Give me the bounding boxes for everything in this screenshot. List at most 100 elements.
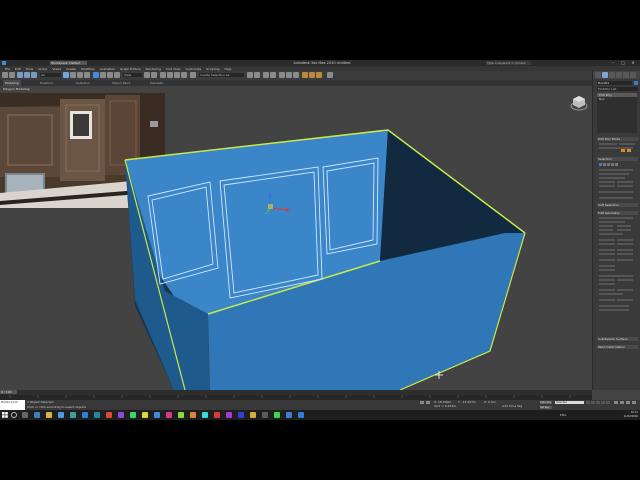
auto-key-button[interactable]: Auto Key <box>540 401 552 404</box>
unlink-icon[interactable] <box>24 72 30 78</box>
menu-tools[interactable]: Tools <box>26 67 33 71</box>
store-icon[interactable] <box>58 412 64 418</box>
app-icon-11[interactable] <box>214 412 220 418</box>
spinner-snap-icon[interactable] <box>181 72 187 78</box>
search-input[interactable]: Type a keyword or phrase <box>486 61 531 65</box>
angle-snap-icon[interactable] <box>167 72 173 78</box>
view-align-button[interactable] <box>599 279 615 281</box>
time-slider[interactable]: 0 / 100 <box>0 390 17 394</box>
z-coordinate[interactable]: Z: 0.0m <box>484 401 496 404</box>
box-model[interactable] <box>0 86 592 390</box>
menu-scripting[interactable]: Scripting <box>206 67 219 71</box>
perspective-viewport[interactable]: Polygon Modeling <box>0 86 592 390</box>
app-icon-3[interactable] <box>118 412 124 418</box>
workspace-dropdown[interactable]: Workspace: Default <box>50 61 87 65</box>
selection-lock-icon[interactable] <box>426 401 430 404</box>
constraint-face-radio[interactable] <box>599 229 613 231</box>
grow-button[interactable] <box>617 181 633 183</box>
pivot-center-icon[interactable] <box>144 72 150 78</box>
windows-start-icon[interactable] <box>2 412 8 418</box>
place-icon[interactable] <box>114 72 120 78</box>
select-by-name-icon[interactable] <box>70 72 76 78</box>
rollout-edit-poly-mode[interactable]: Edit Poly Mode <box>597 137 638 141</box>
window-crossing-icon[interactable] <box>84 72 90 78</box>
key-mode-dropdown[interactable]: Selected <box>555 401 584 404</box>
app-icon-18[interactable] <box>298 412 304 418</box>
system-tray[interactable]: ENG <box>560 413 566 417</box>
edge-mode-icon[interactable] <box>603 163 606 166</box>
menu-file[interactable]: File <box>5 67 10 71</box>
render-production-icon[interactable] <box>316 72 322 78</box>
delete-isolated-vertices-checkbox[interactable] <box>599 305 629 307</box>
slice-button[interactable] <box>599 253 615 255</box>
menu-create[interactable]: Create <box>66 67 76 71</box>
viewcube-icon[interactable] <box>570 94 588 112</box>
app-icon-15[interactable] <box>262 412 268 418</box>
collapse-button[interactable] <box>617 239 633 241</box>
ring-button[interactable] <box>599 185 615 187</box>
hide-unselected-button[interactable] <box>599 293 623 295</box>
motion-tab-icon[interactable] <box>616 72 622 78</box>
settings-button[interactable] <box>627 149 631 152</box>
app-icon-13[interactable] <box>238 412 244 418</box>
orbit-icon[interactable] <box>626 401 630 404</box>
preserve-uvs-checkbox[interactable] <box>599 233 623 235</box>
commit-button[interactable] <box>621 149 625 152</box>
app-icon-4[interactable] <box>130 412 136 418</box>
object-name-field[interactable]: Box001 <box>597 81 632 85</box>
set-key-button[interactable]: Set Key <box>540 406 552 409</box>
isolate-selection-icon[interactable] <box>420 401 424 404</box>
tessellate-button[interactable] <box>599 269 615 271</box>
vertex-mode-icon[interactable] <box>599 163 602 166</box>
cut-button[interactable] <box>617 259 633 261</box>
goto-start-icon[interactable] <box>586 401 590 404</box>
element-mode-icon[interactable] <box>615 163 618 166</box>
scene-explorer-icon[interactable] <box>270 72 276 78</box>
rotate-icon[interactable] <box>100 72 106 78</box>
menu-civil-view[interactable]: Civil View <box>166 67 180 71</box>
make-planar-button[interactable] <box>599 275 633 277</box>
mirror-icon[interactable] <box>247 72 253 78</box>
menu-help[interactable]: Help <box>225 67 232 71</box>
create-button[interactable] <box>599 239 615 241</box>
named-selection-input[interactable]: Create Selection Se <box>199 73 244 77</box>
curve-editor-icon[interactable] <box>279 72 285 78</box>
hide-selected-button[interactable] <box>599 289 615 291</box>
app-icon-1[interactable] <box>82 412 88 418</box>
mail-icon[interactable] <box>70 412 76 418</box>
menu-rendering[interactable]: Rendering <box>146 67 161 71</box>
attach-button[interactable] <box>599 243 615 245</box>
paste-button[interactable] <box>617 299 633 301</box>
constraint-normal-radio[interactable] <box>617 229 631 231</box>
layer-explorer-icon[interactable] <box>263 72 269 78</box>
detach-button[interactable] <box>617 243 633 245</box>
app-icon-10[interactable] <box>202 412 208 418</box>
selection-region-icon[interactable] <box>77 72 83 78</box>
link-icon[interactable] <box>17 72 23 78</box>
split-checkbox[interactable] <box>617 249 633 251</box>
clock[interactable]: 16:41 11/02/2020 <box>600 411 638 419</box>
maximize-viewport-icon[interactable] <box>632 401 636 404</box>
rollout-subdivision-surface[interactable]: Subdivision Surface <box>597 337 638 341</box>
file-explorer-icon[interactable] <box>46 412 52 418</box>
align-icon[interactable] <box>254 72 260 78</box>
app-icon-16[interactable] <box>274 412 280 418</box>
polygon-mode-icon[interactable] <box>611 163 614 166</box>
app-icon-6[interactable] <box>154 412 160 418</box>
menu-group[interactable]: Group <box>38 67 47 71</box>
3ds-max-taskbar-icon[interactable] <box>94 412 100 418</box>
next-frame-icon[interactable] <box>601 401 605 404</box>
border-mode-icon[interactable] <box>607 163 610 166</box>
ignore-backfacing-checkbox[interactable] <box>599 173 629 175</box>
edge-browser-icon[interactable] <box>34 412 40 418</box>
rollout-paint-deformation[interactable]: Paint Deformation <box>597 345 638 349</box>
render-setup-icon[interactable] <box>302 72 308 78</box>
slice-plane-button[interactable] <box>599 249 615 251</box>
maxscript-listener[interactable]: MAXScript Mi <box>0 400 25 410</box>
reset-plane-button[interactable] <box>617 253 633 255</box>
bind-space-warp-icon[interactable] <box>31 72 37 78</box>
menu-edit[interactable]: Edit <box>15 67 21 71</box>
app-icon-5[interactable] <box>142 412 148 418</box>
previous-frame-icon[interactable] <box>591 401 595 404</box>
constraint-edge-radio[interactable] <box>617 225 631 227</box>
